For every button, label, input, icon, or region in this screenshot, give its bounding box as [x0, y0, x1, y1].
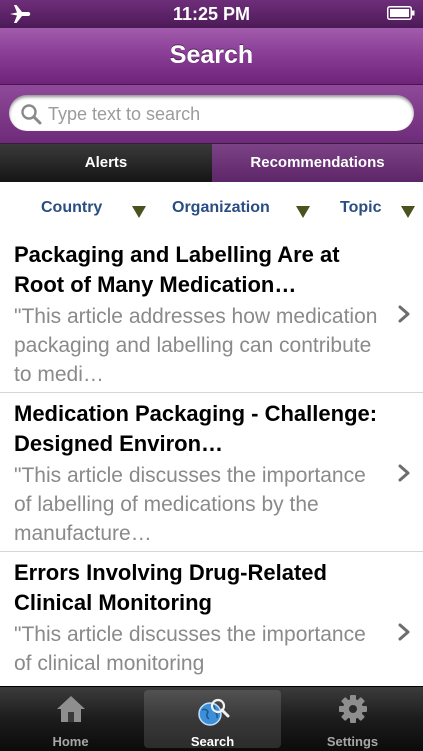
tab-search[interactable]: Search [144, 690, 281, 749]
segment-recommendations[interactable]: Recommendations [212, 144, 423, 182]
list-item[interactable]: Packaging and Labelling Are at Root of M… [0, 234, 423, 393]
battery-icon [387, 6, 415, 20]
result-title: Medication Packaging - Challenge: Design… [14, 401, 378, 456]
result-title: Packaging and Labelling Are at Root of M… [14, 242, 340, 297]
tab-home[interactable]: Home [0, 687, 141, 751]
chevron-right-icon [398, 623, 410, 641]
result-description: "This article discusses the importance o… [14, 623, 366, 675]
navigation-bar: Search [0, 28, 423, 85]
country-dropdown-icon[interactable] [132, 206, 146, 218]
organization-dropdown-icon[interactable] [296, 206, 310, 218]
filter-topic[interactable]: Topic [340, 199, 381, 217]
filter-country[interactable]: Country [41, 199, 102, 217]
tab-settings[interactable]: Settings [282, 687, 423, 751]
list-item[interactable]: Errors Involving Drug-Related Clinical M… [0, 552, 423, 686]
tab-search-label: Search [190, 734, 235, 749]
filter-organization[interactable]: Organization [172, 199, 270, 217]
status-time: 11:25 PM [172, 4, 251, 24]
list-item[interactable]: Medication Packaging - Challenge: Design… [0, 393, 423, 552]
globe-search-icon [197, 698, 229, 726]
search-input[interactable] [46, 99, 405, 129]
results-list: Packaging and Labelling Are at Root of M… [0, 234, 423, 686]
filter-row: Country Organization Topic [0, 182, 423, 234]
chevron-right-icon [398, 464, 410, 482]
topic-dropdown-icon[interactable] [401, 206, 415, 218]
result-description: "This article discusses the importance o… [14, 464, 366, 545]
gear-icon [338, 695, 367, 723]
home-icon [56, 696, 85, 722]
segmented-control: Alerts Recommendations [0, 143, 423, 183]
status-bar: 11:25 PM [0, 0, 423, 28]
result-description: "This article addresses how medication p… [14, 305, 378, 386]
tab-bar: Home Search Settings [0, 686, 423, 751]
tab-settings-label: Settings [326, 734, 379, 749]
search-field[interactable] [9, 95, 414, 131]
tab-home-label: Home [52, 734, 89, 749]
chevron-right-icon [398, 305, 410, 323]
result-title: Errors Involving Drug-Related Clinical M… [14, 560, 327, 615]
search-icon [21, 104, 42, 125]
page-title: Search [169, 41, 254, 69]
segment-alerts[interactable]: Alerts [0, 144, 212, 182]
search-bar [0, 85, 423, 143]
